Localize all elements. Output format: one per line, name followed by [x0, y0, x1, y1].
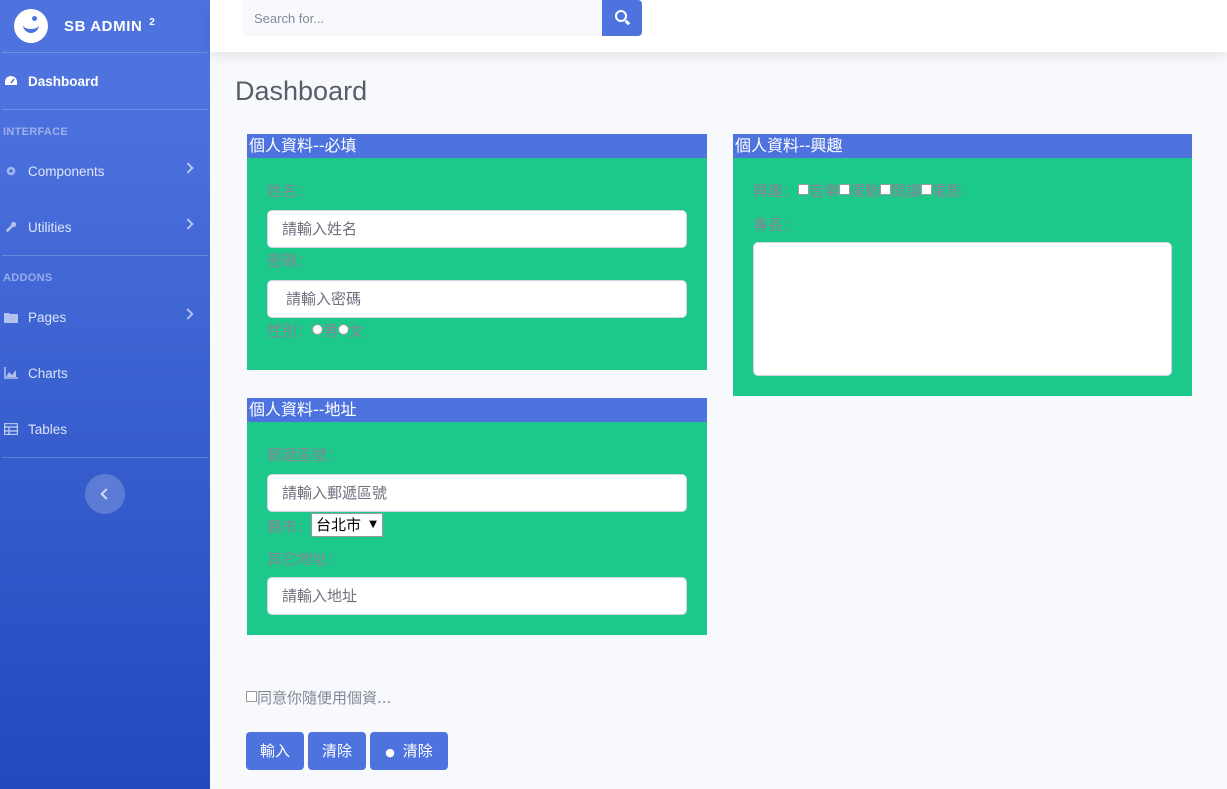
- chevron-right-icon: [182, 308, 194, 320]
- agree-row: 同意你隨便用個資...: [246, 687, 391, 708]
- sidebar-item-label: Components: [28, 163, 105, 179]
- city-select[interactable]: 台北市 ▼: [311, 513, 383, 537]
- checkbox-sports[interactable]: [839, 184, 851, 195]
- interest-row: 興趣： 音樂 運動 閱讀 電影: [753, 180, 962, 201]
- sidebar-item-label: Charts: [28, 365, 68, 381]
- sidebar-item-label: Tables: [28, 421, 68, 437]
- card-header: 個人資料--必填: [247, 134, 707, 158]
- city-label: 縣市：: [267, 518, 313, 536]
- sidebar-divider: [2, 457, 208, 458]
- table-icon: [4, 423, 18, 435]
- specialty-label: 專長：: [753, 216, 799, 234]
- brand-version: 2: [149, 17, 156, 28]
- sidebar-item-charts[interactable]: Charts: [0, 345, 210, 401]
- sidebar-item-tables[interactable]: Tables: [0, 401, 210, 457]
- checkbox-label: 運動: [850, 182, 881, 200]
- dot-icon: ●: [385, 746, 395, 759]
- name-label: 姓名：: [267, 182, 313, 200]
- checkbox-label: 閱讀: [891, 182, 922, 200]
- sidebar-item-label: Dashboard: [28, 73, 99, 89]
- gender-label: 性別：: [267, 322, 313, 340]
- name-input[interactable]: 請輸入姓名: [267, 210, 687, 248]
- specialty-textarea[interactable]: [753, 242, 1172, 376]
- brand[interactable]: SB ADMIN 2: [0, 0, 210, 52]
- search-group: [242, 0, 642, 36]
- radio-male[interactable]: [312, 324, 324, 335]
- agree-label: 同意你隨便用個資...: [257, 689, 392, 707]
- sidebar-heading-interface: INTERFACE: [3, 126, 69, 138]
- address-input[interactable]: 請輸入地址: [267, 577, 687, 615]
- radio-female[interactable]: [338, 324, 350, 335]
- password-input[interactable]: 請輸入密碼: [267, 280, 687, 318]
- zip-input[interactable]: 請輸入郵遞區號: [267, 474, 687, 512]
- sidebar-item-dashboard[interactable]: Dashboard: [0, 53, 210, 109]
- chevron-right-icon: [182, 162, 194, 174]
- city-select-value: 台北市: [316, 516, 362, 534]
- sidebar: SB ADMIN 2 Dashboard INTERFACE Component…: [0, 0, 210, 789]
- clear-button-with-dot[interactable]: ● 清除: [370, 732, 448, 770]
- sidebar-toggle-button[interactable]: [85, 474, 125, 514]
- sidebar-heading-addons: ADDONS: [3, 272, 53, 284]
- topbar: [210, 0, 1227, 52]
- laugh-wink-icon: [14, 9, 48, 43]
- sidebar-item-components[interactable]: Components: [0, 143, 210, 199]
- cog-icon: [6, 166, 16, 176]
- brand-name: SB ADMIN 2: [64, 17, 156, 35]
- clear-button-label: 清除: [402, 742, 433, 760]
- tachometer-icon: [5, 76, 17, 85]
- card-header: 個人資料--興趣: [733, 134, 1192, 158]
- caret-down-icon: ▼: [369, 519, 377, 530]
- gender-row: 性別： 男女: [267, 320, 364, 341]
- sidebar-item-utilities[interactable]: Utilities: [0, 199, 210, 255]
- sidebar-item-label: Utilities: [28, 219, 72, 235]
- clear-button[interactable]: 清除: [308, 732, 366, 770]
- submit-button[interactable]: 輸入: [246, 732, 304, 770]
- wrench-icon: [5, 221, 17, 233]
- card-header: 個人資料--地址: [247, 398, 707, 422]
- agree-checkbox[interactable]: [246, 691, 257, 702]
- page-title: Dashboard: [235, 76, 368, 106]
- password-label: 密碼：: [267, 252, 313, 270]
- checkbox-music[interactable]: [798, 184, 810, 195]
- interest-label: 興趣：: [753, 182, 799, 200]
- folder-icon: [4, 313, 18, 323]
- sidebar-item-pages[interactable]: Pages: [0, 289, 210, 345]
- address-card: 個人資料--地址 郵遞區號： 請輸入郵遞區號 縣市： 台北市 ▼ 其它地址： 請輸…: [247, 398, 707, 635]
- search-button[interactable]: [602, 0, 642, 36]
- search-input[interactable]: [242, 0, 602, 36]
- chevron-right-icon: [182, 218, 194, 230]
- checkbox-label: 音樂: [809, 182, 840, 200]
- required-card: 個人資料--必填 姓名： 請輸入姓名 密碼： 請輸入密碼 性別： 男女: [247, 134, 707, 370]
- zip-label: 郵遞區號：: [267, 446, 343, 464]
- chart-area-icon: [4, 367, 18, 379]
- checkbox-label: 電影: [932, 182, 963, 200]
- interest-card: 個人資料--興趣 興趣： 音樂 運動 閱讀 電影 專長：: [733, 134, 1192, 396]
- radio-female-label: 女: [349, 322, 365, 340]
- search-icon: [615, 10, 627, 22]
- other-address-label: 其它地址：: [267, 550, 343, 568]
- sidebar-item-label: Pages: [28, 309, 67, 325]
- radio-male-label: 男: [323, 322, 339, 340]
- checkbox-reading[interactable]: [880, 184, 892, 195]
- checkbox-movies[interactable]: [921, 184, 933, 195]
